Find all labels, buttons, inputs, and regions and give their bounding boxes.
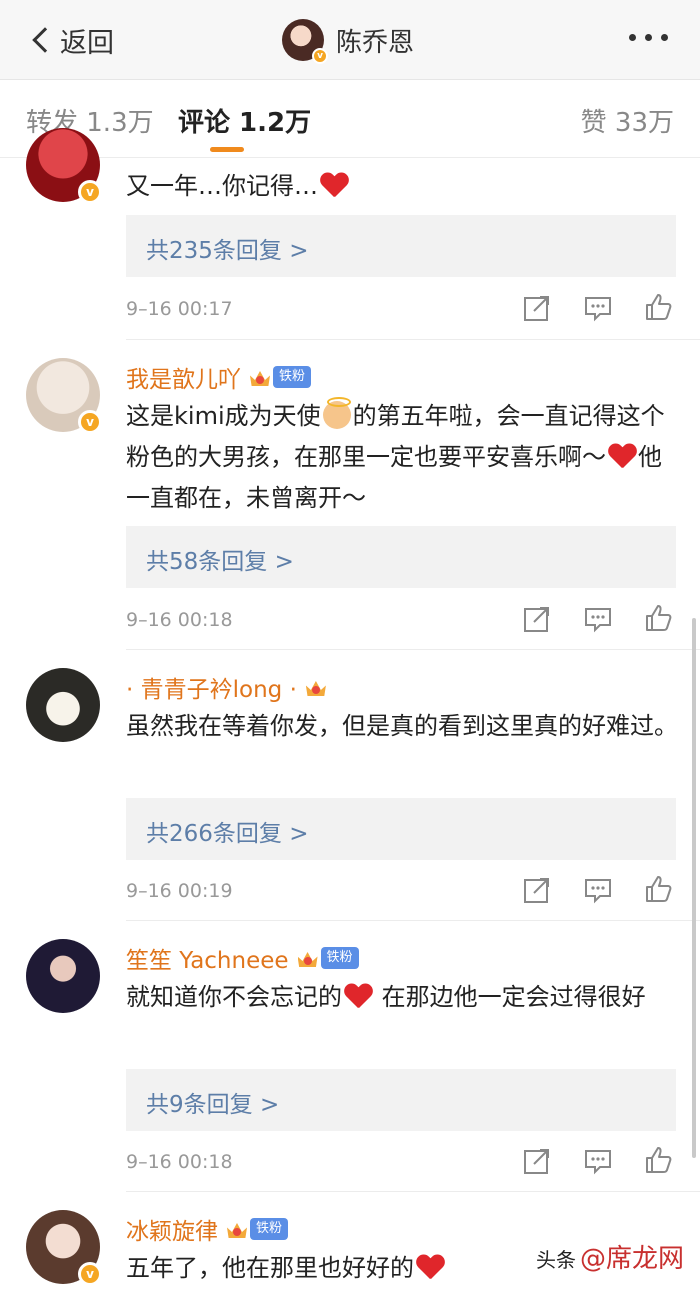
username[interactable]: 冰颖旋律 铁粉 bbox=[126, 1212, 289, 1246]
verified-icon: v bbox=[78, 410, 102, 434]
like-icon[interactable] bbox=[643, 1145, 673, 1175]
view-replies-button[interactable]: 共9条回复 > bbox=[126, 1069, 676, 1131]
comment-item: · 青青子衿long · 虽然我在等着你发，但是真的看到这里真的好难过。 共26… bbox=[0, 650, 700, 921]
repost-icon[interactable] bbox=[522, 1146, 552, 1176]
comment-icon[interactable] bbox=[583, 1146, 613, 1176]
username[interactable]: · 青青子衿long · bbox=[126, 670, 327, 704]
avatar[interactable] bbox=[26, 668, 100, 742]
top-nav-bar: 返回 v 陈乔恩 bbox=[0, 0, 700, 80]
comment-item: v 我是歆儿吖 铁粉 这是kimi成为天使 的第五年啦，会一直记得这个粉色的大男孩… bbox=[0, 340, 700, 650]
view-replies-button[interactable]: 共58条回复 > bbox=[126, 526, 676, 588]
crown-icon bbox=[297, 948, 319, 968]
comment-text: 又一年…你记得… bbox=[126, 166, 682, 207]
crown-icon bbox=[226, 1219, 248, 1239]
chevron-left-icon bbox=[32, 27, 58, 53]
fan-badge: 铁粉 bbox=[250, 1218, 289, 1240]
avatar[interactable]: v bbox=[26, 358, 102, 434]
view-replies-button[interactable]: 共266条回复 > bbox=[126, 798, 676, 860]
avatar[interactable] bbox=[26, 939, 100, 1013]
username[interactable]: 我是歆儿吖 铁粉 bbox=[126, 360, 312, 394]
tab-comments[interactable]: 评论 1.2万 bbox=[178, 102, 311, 139]
crown-icon bbox=[305, 677, 327, 697]
heart-emoji-icon bbox=[608, 443, 636, 469]
comment-item: 笙笙 Yachneee 铁粉 就知道你不会忘记的 在那边他一定会过得很好 共9条… bbox=[0, 921, 700, 1192]
comment-time: 9–16 00:17 bbox=[126, 298, 233, 320]
comment-item: v 又一年…你记得… 共235条回复 > 9–16 00:17 bbox=[0, 128, 700, 340]
fan-badge: 铁粉 bbox=[320, 947, 359, 969]
back-button[interactable]: 返回 bbox=[30, 18, 114, 62]
comment-text: 虽然我在等着你发，但是真的看到这里真的好难过。 bbox=[126, 712, 678, 740]
comment-text: 就知道你不会忘记的 在那边他一定会过得很好 bbox=[126, 983, 646, 1011]
comment-time: 9–16 00:19 bbox=[126, 880, 233, 902]
repost-icon[interactable] bbox=[522, 293, 552, 323]
repost-icon[interactable] bbox=[522, 875, 552, 905]
author-avatar[interactable]: v bbox=[282, 19, 328, 64]
comment-time: 9–16 00:18 bbox=[126, 609, 233, 631]
tab-likes[interactable]: 赞 33万 bbox=[581, 102, 674, 139]
comment-time: 9–16 00:18 bbox=[126, 1151, 233, 1173]
verified-icon: v bbox=[312, 48, 328, 64]
scrollbar[interactable] bbox=[692, 618, 696, 1158]
username[interactable]: 笙笙 Yachneee 铁粉 bbox=[126, 941, 359, 975]
crown-icon bbox=[249, 367, 271, 387]
heart-emoji-icon bbox=[344, 983, 372, 1009]
avatar[interactable]: v bbox=[26, 1210, 102, 1286]
back-label: 返回 bbox=[60, 27, 114, 59]
nav-title-group[interactable]: v 陈乔恩 bbox=[282, 16, 414, 64]
like-icon[interactable] bbox=[643, 292, 673, 322]
angel-emoji-icon bbox=[322, 397, 351, 429]
verified-icon: v bbox=[78, 1262, 102, 1286]
fan-badge: 铁粉 bbox=[273, 366, 312, 388]
comment-icon[interactable] bbox=[583, 875, 613, 905]
tab-bar: 转发 1.3万 评论 1.2万 赞 33万 bbox=[0, 80, 700, 158]
active-tab-indicator bbox=[210, 147, 244, 152]
heart-emoji-icon bbox=[320, 172, 348, 198]
avatar[interactable]: v bbox=[26, 128, 102, 204]
heart-emoji-icon bbox=[416, 1254, 444, 1280]
view-replies-button[interactable]: 共235条回复 > bbox=[126, 215, 676, 277]
like-icon[interactable] bbox=[643, 874, 673, 904]
page-title: 陈乔恩 bbox=[336, 27, 415, 58]
like-icon[interactable] bbox=[643, 603, 673, 633]
verified-icon: v bbox=[78, 180, 102, 204]
comment-icon[interactable] bbox=[583, 604, 613, 634]
comment-text: 这是kimi成为天使 的第五年啦，会一直记得这个粉色的大男孩，在那里一定也要平安喜… bbox=[126, 397, 665, 512]
watermark: 头条 @席龙网 bbox=[535, 1244, 684, 1274]
comment-icon[interactable] bbox=[583, 293, 613, 323]
repost-icon[interactable] bbox=[522, 604, 552, 634]
more-options-icon[interactable] bbox=[629, 34, 668, 41]
